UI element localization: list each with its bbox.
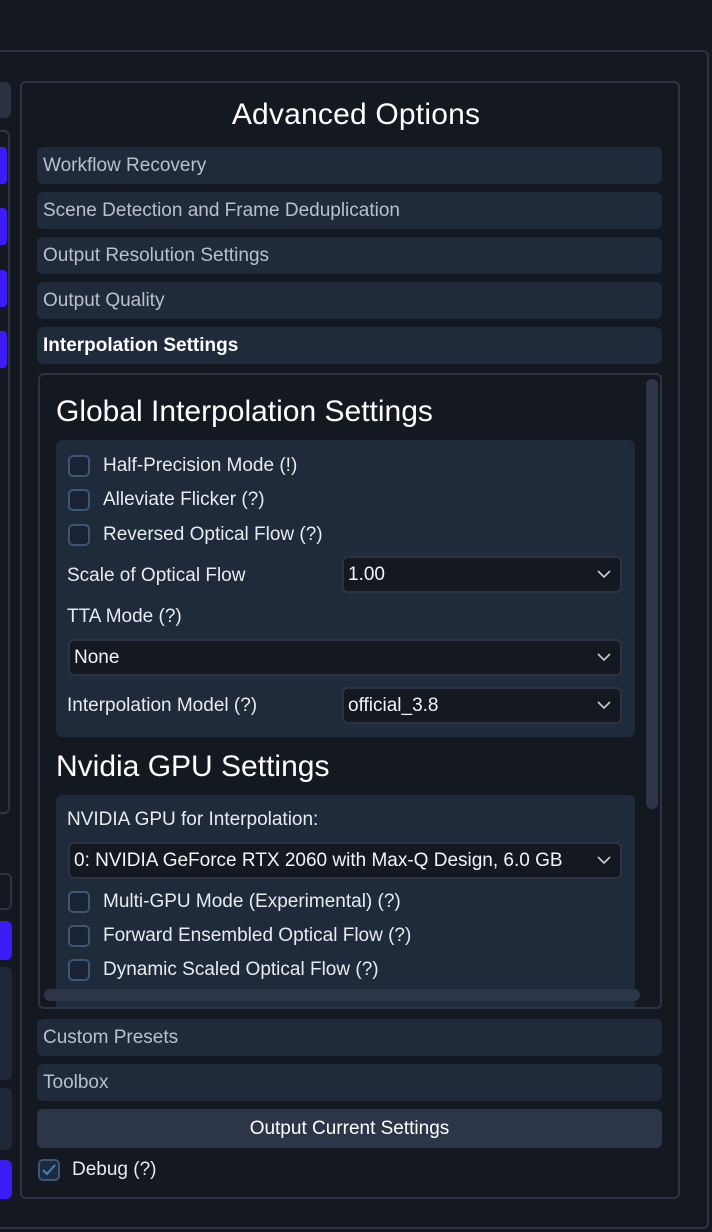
- output-current-settings-button[interactable]: Output Current Settings: [37, 1109, 662, 1148]
- checkbox-label: Half-Precision Mode (!): [103, 455, 298, 476]
- chevron-down-icon: [597, 570, 611, 579]
- section-toolbox[interactable]: Toolbox: [37, 1064, 662, 1101]
- left-column-input[interactable]: [0, 873, 12, 910]
- panel-title: Advanced Options: [231, 98, 481, 131]
- checkbox-label: Alleviate Flicker (?): [103, 489, 265, 510]
- chevron-down-icon: [597, 856, 611, 865]
- multi-gpu-checkbox[interactable]: Multi-GPU Mode (Experimental) (?): [68, 888, 401, 916]
- reversed-optical-flow-checkbox[interactable]: Reversed Optical Flow (?): [68, 521, 323, 549]
- gpu-select-label: NVIDIA GPU for Interpolation:: [67, 809, 319, 830]
- checkbox-box[interactable]: [68, 524, 90, 546]
- section-custom-presets[interactable]: Custom Presets: [37, 1019, 662, 1056]
- interpolation-model-label: Interpolation Model (?): [67, 695, 258, 716]
- scale-optical-flow-label: Scale of Optical Flow: [67, 565, 246, 586]
- checkbox-box[interactable]: [68, 455, 90, 477]
- vertical-scrollbar[interactable]: [646, 379, 658, 809]
- left-column-button-3[interactable]: [0, 270, 7, 307]
- half-precision-checkbox[interactable]: Half-Precision Mode (!): [68, 452, 297, 480]
- dynamic-scaled-checkbox[interactable]: Dynamic Scaled Optical Flow (?): [68, 956, 379, 984]
- left-column-button-1[interactable]: [0, 147, 7, 184]
- chevron-down-icon: [597, 701, 611, 710]
- tta-mode-label: TTA Mode (?): [67, 606, 182, 627]
- section-scene-detection[interactable]: Scene Detection and Frame Deduplication: [37, 192, 662, 229]
- global-interpolation-group: Half-Precision Mode (!) Alleviate Flicke…: [56, 440, 635, 737]
- global-interpolation-heading: Global Interpolation Settings: [56, 395, 433, 428]
- interpolation-model-select[interactable]: official_3.8: [342, 687, 622, 724]
- gpu-select[interactable]: 0: NVIDIA GeForce RTX 2060 with Max-Q De…: [68, 842, 622, 879]
- left-column-button-4[interactable]: [0, 331, 7, 368]
- select-value: 1.00: [348, 564, 385, 585]
- section-interpolation-settings[interactable]: Interpolation Settings: [37, 327, 662, 364]
- checkbox-label: Forward Ensembled Optical Flow (?): [103, 925, 412, 946]
- checkbox-label: Debug (?): [72, 1159, 157, 1180]
- section-workflow-recovery[interactable]: Workflow Recovery: [37, 147, 662, 184]
- left-column-block-1: [0, 967, 12, 1080]
- forward-ensembled-checkbox[interactable]: Forward Ensembled Optical Flow (?): [68, 922, 411, 950]
- section-output-resolution[interactable]: Output Resolution Settings: [37, 237, 662, 274]
- checkbox-box[interactable]: [68, 891, 90, 913]
- interpolation-scroll-area[interactable]: Global Interpolation Settings Half-Preci…: [38, 373, 662, 1009]
- chevron-down-icon: [597, 653, 611, 662]
- left-column-button-2[interactable]: [0, 208, 7, 245]
- select-value: None: [74, 647, 120, 668]
- checkbox-box[interactable]: [38, 1159, 60, 1181]
- left-column-action-button-2[interactable]: [0, 1160, 12, 1199]
- alleviate-flicker-checkbox[interactable]: Alleviate Flicker (?): [68, 486, 265, 514]
- scale-optical-flow-select[interactable]: 1.00: [342, 556, 622, 593]
- check-icon: [42, 1164, 56, 1176]
- tta-mode-select[interactable]: None: [68, 639, 622, 676]
- left-column-block-2: [0, 1088, 12, 1150]
- select-value: official_3.8: [348, 695, 439, 716]
- checkbox-label: Reversed Optical Flow (?): [103, 524, 323, 545]
- checkbox-box[interactable]: [68, 489, 90, 511]
- debug-checkbox[interactable]: Debug (?): [38, 1156, 157, 1184]
- checkbox-label: Multi-GPU Mode (Experimental) (?): [103, 891, 401, 912]
- nvidia-gpu-group: NVIDIA GPU for Interpolation: 0: NVIDIA …: [56, 795, 635, 1007]
- section-output-quality[interactable]: Output Quality: [37, 282, 662, 319]
- checkbox-label: Dynamic Scaled Optical Flow (?): [103, 959, 379, 980]
- left-column-action-button-1[interactable]: [0, 921, 12, 960]
- select-value: 0: NVIDIA GeForce RTX 2060 with Max-Q De…: [74, 850, 563, 871]
- checkbox-box[interactable]: [68, 959, 90, 981]
- horizontal-scrollbar[interactable]: [44, 989, 640, 1001]
- checkbox-box[interactable]: [68, 925, 90, 947]
- nvidia-gpu-heading: Nvidia GPU Settings: [56, 750, 330, 783]
